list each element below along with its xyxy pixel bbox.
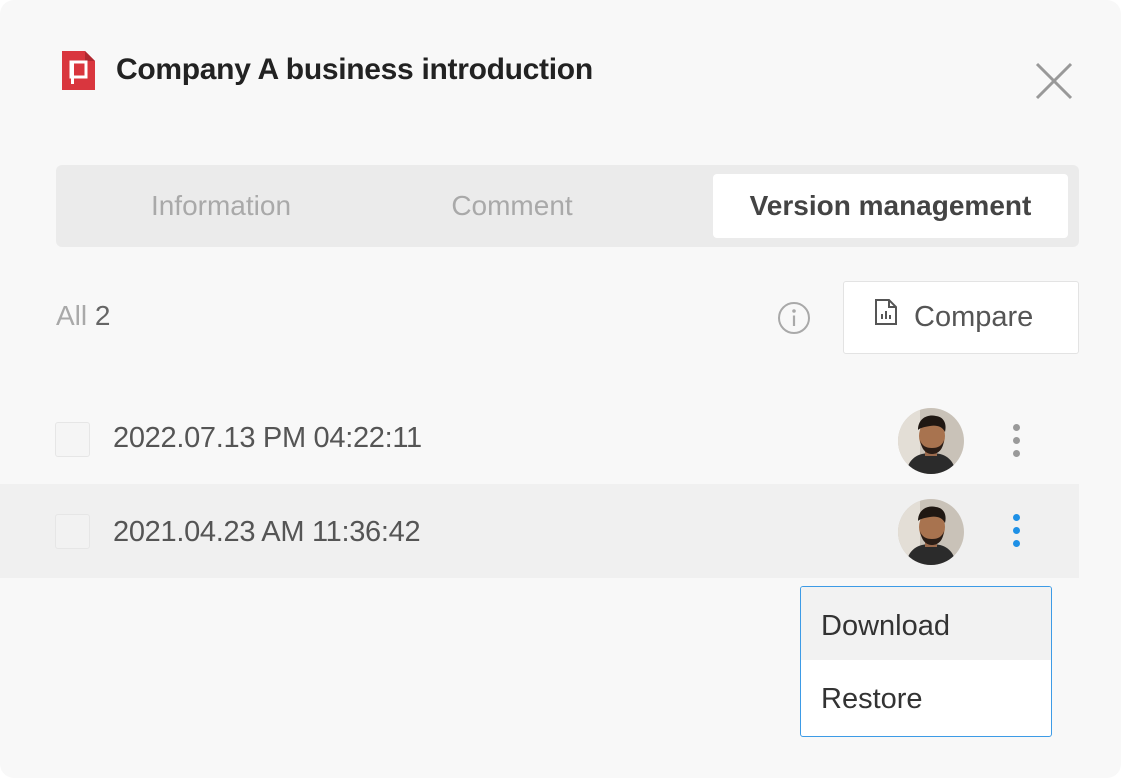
version-row[interactable]: 2021.04.23 AM 11:36:42 <box>0 484 1079 578</box>
tab-bar: Information Comment Version management <box>56 165 1079 247</box>
user-avatar <box>898 499 964 565</box>
more-options-icon[interactable] <box>1003 510 1031 550</box>
tab-information[interactable]: Information <box>71 174 371 238</box>
tab-version-management[interactable]: Version management <box>713 174 1068 238</box>
version-count: All 2 <box>56 300 110 332</box>
context-menu: Download Restore <box>800 586 1052 737</box>
compare-button[interactable]: Compare <box>843 281 1079 354</box>
version-dialog: Company A business introduction Informat… <box>0 0 1121 778</box>
dialog-title: Company A business introduction <box>116 53 593 86</box>
version-date: 2021.04.23 AM 11:36:42 <box>113 516 421 548</box>
count-label: All <box>56 300 88 331</box>
version-checkbox[interactable] <box>55 422 90 457</box>
menu-item-download[interactable]: Download <box>801 587 1051 660</box>
close-button[interactable] <box>1034 61 1074 101</box>
chart-file-icon <box>874 298 898 325</box>
version-row[interactable]: 2022.07.13 PM 04:22:11 <box>0 394 1079 488</box>
count-value: 2 <box>94 300 111 331</box>
version-date: 2022.07.13 PM 04:22:11 <box>113 422 422 454</box>
user-avatar <box>898 408 964 474</box>
more-options-icon[interactable] <box>1003 420 1031 460</box>
dialog-header: Company A business introduction <box>62 50 593 90</box>
tab-comment[interactable]: Comment <box>362 174 662 238</box>
menu-item-restore[interactable]: Restore <box>801 660 1051 733</box>
compare-label: Compare <box>914 301 1034 333</box>
close-icon <box>1035 62 1073 100</box>
version-checkbox[interactable] <box>55 514 90 549</box>
info-icon[interactable] <box>777 301 811 335</box>
presentation-file-icon <box>62 50 95 90</box>
